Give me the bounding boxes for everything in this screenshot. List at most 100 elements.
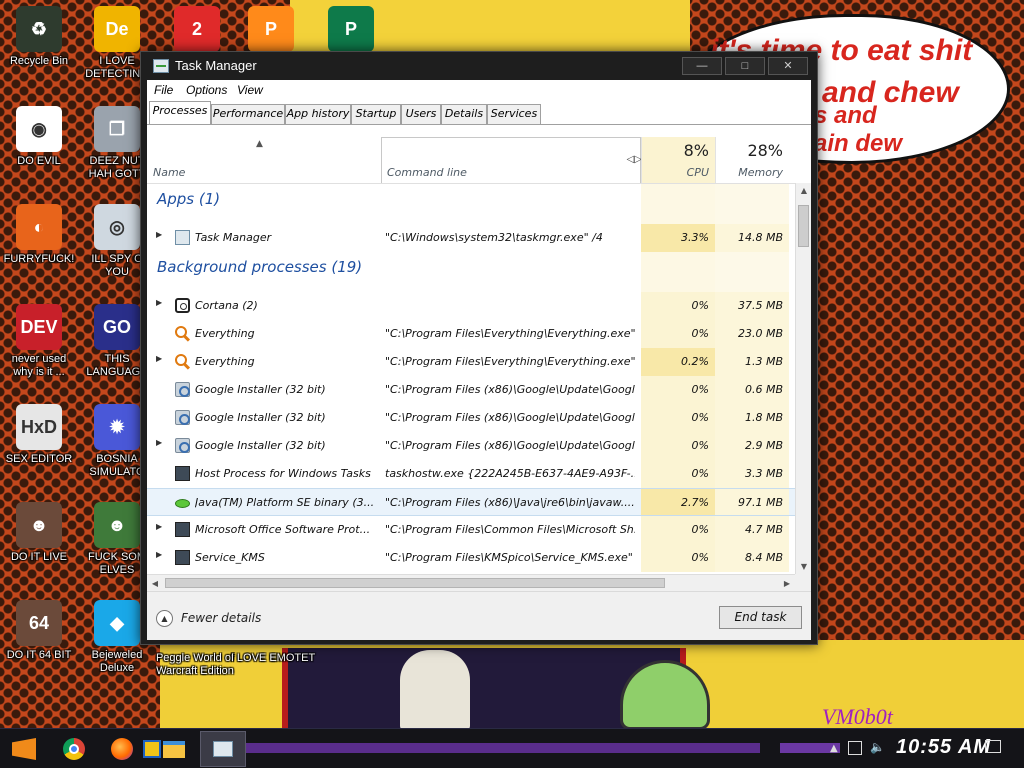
process-name: Google Installer (32 bit): [195, 383, 326, 396]
group-header[interactable]: Background processes (19): [147, 252, 795, 292]
tab-performance[interactable]: Performance: [211, 104, 285, 124]
elf-icon: ☻: [94, 502, 140, 548]
horizontal-scrollbar[interactable]: ◀ ▶: [147, 574, 795, 591]
expand-chevron-icon[interactable]: ▶: [156, 550, 162, 559]
close-button[interactable]: ✕: [768, 57, 808, 75]
tab-processes[interactable]: Processes: [149, 101, 211, 124]
group-title: Apps (1): [157, 190, 221, 208]
column-header-name[interactable]: ▲ Name: [147, 137, 381, 183]
scroll-down-icon[interactable]: ▼: [796, 559, 812, 575]
expand-chevron-icon[interactable]: ▶: [156, 522, 162, 531]
taskbar-chrome[interactable]: [58, 734, 90, 764]
scroll-left-icon[interactable]: ◀: [147, 575, 163, 592]
cortana-icon: [175, 298, 190, 313]
tab-details[interactable]: Details: [441, 104, 487, 124]
desktop-icon-label: Recycle Bin: [9, 55, 69, 67]
dev-cpp-icon: DEV: [16, 304, 62, 350]
tab-startup[interactable]: Startup: [351, 104, 401, 124]
maximize-button[interactable]: □: [725, 57, 765, 75]
process-command-line: taskhostw.exe {222A245B-E637-4AE9-A93F-.…: [385, 467, 635, 480]
menu-file[interactable]: File: [154, 83, 173, 97]
end-task-button[interactable]: End task: [719, 606, 802, 629]
desktop-icon[interactable]: EI LOVE EMOTET: [228, 652, 318, 665]
title-bar[interactable]: Task Manager — □ ✕: [141, 52, 817, 80]
column-header-cpu[interactable]: 8% CPU: [641, 137, 715, 183]
chevron-up-icon[interactable]: ▲: [156, 610, 173, 627]
desktop-icon[interactable]: 64 DO IT 64 BIT: [0, 600, 78, 662]
fewer-details-link[interactable]: Fewer details: [181, 611, 261, 625]
expand-chevron-icon[interactable]: ▶: [156, 354, 162, 363]
desktop-icon[interactable]: ◐ FURRYFUCK!: [0, 204, 78, 266]
host-process-icon: [175, 466, 190, 481]
process-row[interactable]: Java(TM) Platform SE binary (3... "C:\Pro…: [147, 488, 795, 516]
desktop-icon[interactable]: ♻ Recycle Bin: [0, 6, 78, 68]
process-cpu: 0%: [691, 299, 709, 312]
tray-overflow-icon[interactable]: ▲: [830, 743, 844, 757]
process-memory: 23.0 MB: [737, 327, 783, 340]
desktop-icon[interactable]: HxD SEX EDITOR: [0, 404, 78, 466]
action-center-icon[interactable]: [985, 740, 1001, 753]
process-cpu: 0%: [691, 523, 709, 536]
process-list: Apps (1) ▶ Task Manager "C:\Windows\system3…: [147, 183, 795, 575]
process-command-line: "C:\Program Files\Common Files\Microsoft…: [385, 523, 635, 536]
process-row[interactable]: ▶ Everything "C:\Program Files\Everything\…: [147, 348, 795, 376]
process-row[interactable]: Google Installer (32 bit) "C:\Program Fil…: [147, 404, 795, 432]
expand-chevron-icon[interactable]: ▶: [156, 298, 162, 307]
process-row[interactable]: ▶ Task Manager "C:\Windows\system32\taskmg…: [147, 224, 795, 252]
office-protection-icon: [175, 522, 190, 537]
taskbar-task-manager[interactable]: [200, 731, 246, 767]
process-row[interactable]: ▶ Microsoft Office Software Prot... "C:\Pr…: [147, 516, 795, 544]
process-memory: 0.6 MB: [744, 383, 783, 396]
window-title: Task Manager: [175, 58, 257, 73]
process-row[interactable]: ▶ Service_KMS "C:\Program Files\KMSpico\Se…: [147, 544, 795, 572]
processes-panel: ▲ Name Command line ◁▷ 8% CPU 28% Memory…: [147, 124, 811, 575]
process-row[interactable]: ▶ Google Installer (32 bit) "C:\Program Fi…: [147, 432, 795, 460]
minimize-button[interactable]: —: [682, 57, 722, 75]
process-row[interactable]: Google Installer (32 bit) "C:\Program Fil…: [147, 376, 795, 404]
speech-bubble-text: s and: [814, 102, 877, 129]
group-title: Background processes (19): [157, 258, 363, 276]
taskbar-firefox[interactable]: [106, 734, 138, 764]
start-icon: [12, 738, 36, 760]
desktop-icon-label: I LOVE EMOTET: [230, 652, 316, 664]
task-manager-icon: [175, 230, 190, 245]
tab-services[interactable]: Services: [487, 104, 541, 124]
file-explorer-icon: [163, 740, 185, 758]
taskbar-clock[interactable]: 10:55 AM: [896, 736, 991, 759]
desktop-icon[interactable]: ◉ DO EVIL: [0, 106, 78, 168]
group-header[interactable]: Apps (1): [147, 184, 795, 224]
menu-view[interactable]: View: [237, 83, 263, 97]
process-cpu: 0%: [691, 411, 709, 424]
tab-app-history[interactable]: App history: [285, 104, 351, 124]
volume-icon[interactable]: 🔈: [870, 740, 885, 754]
process-row[interactable]: Host Process for Windows Tasks taskhostw.…: [147, 460, 795, 488]
tab-users[interactable]: Users: [401, 104, 441, 124]
taskbar-file-explorer[interactable]: [158, 734, 190, 764]
process-command-line: "C:\Program Files (x86)\Google\Update\Go…: [385, 439, 635, 452]
expand-chevron-icon[interactable]: ▶: [156, 438, 162, 447]
column-header-command-line[interactable]: Command line ◁▷: [381, 137, 642, 183]
vertical-scroll-thumb[interactable]: [798, 205, 809, 247]
desktop-icon[interactable]: PPeggle World of Warcraft Edition: [150, 652, 240, 678]
process-row[interactable]: ▶ Cortana (2) 0% 37.5 MB: [147, 292, 795, 320]
desktop-icon[interactable]: P: [248, 6, 294, 55]
horizontal-scroll-thumb[interactable]: [165, 578, 665, 588]
network-icon[interactable]: [848, 741, 862, 755]
tab-strip: Processes Performance App history Startu…: [147, 100, 811, 124]
vertical-scrollbar[interactable]: ▲ ▼: [795, 183, 811, 575]
menu-options[interactable]: Options: [186, 83, 227, 97]
desktop-icon[interactable]: DEV never used why is it ...: [0, 304, 78, 379]
desktop-icon[interactable]: P: [328, 6, 374, 55]
desktop-icon[interactable]: ☻ DO IT LIVE: [0, 502, 78, 564]
hxd-icon: HxD: [16, 404, 62, 450]
mine-icon: ✹: [94, 404, 140, 450]
everything-search-icon: [175, 354, 187, 366]
portrait-icon: ☻: [16, 502, 62, 548]
column-header-memory[interactable]: 28% Memory: [715, 137, 789, 183]
desktop-icon[interactable]: 2: [174, 6, 220, 55]
expand-chevron-icon[interactable]: ▶: [156, 230, 162, 239]
scroll-right-icon[interactable]: ▶: [779, 575, 795, 592]
process-row[interactable]: Everything "C:\Program Files\Everything\E…: [147, 320, 795, 348]
start-button[interactable]: [8, 734, 40, 764]
scroll-up-icon[interactable]: ▲: [796, 183, 812, 199]
